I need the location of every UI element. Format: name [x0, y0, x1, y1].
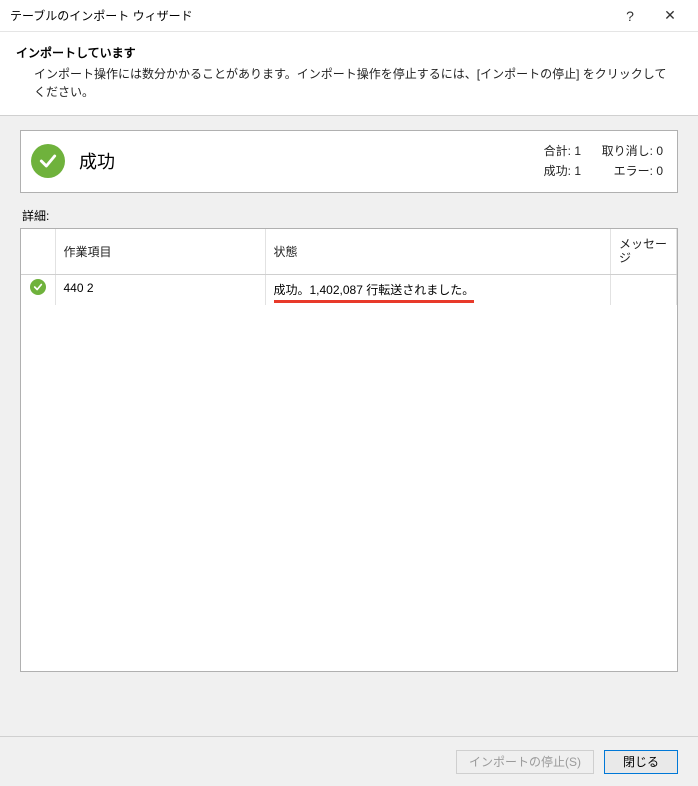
cancelled-label: 取り消し: [602, 144, 653, 158]
status-panel: 成功 合計: 1 取り消し: 0 成功: 1 エラー: 0 [20, 130, 678, 193]
total-value: 1 [574, 144, 581, 158]
row-state: 成功。1,402,087 行転送されました。 [274, 281, 475, 303]
success-check-icon [31, 144, 65, 178]
row-message [611, 274, 677, 305]
row-task: 440 2 [55, 274, 265, 305]
success-check-icon [30, 279, 46, 295]
success-label: 成功: [544, 164, 571, 178]
total-label: 合計: [544, 144, 571, 158]
row-state-cell: 成功。1,402,087 行転送されました。 [265, 274, 611, 305]
success-value: 1 [574, 164, 581, 178]
row-status-icon-cell [21, 274, 55, 305]
window-title: テーブルのインポート ウィザード [10, 7, 610, 24]
body-section: 成功 合計: 1 取り消し: 0 成功: 1 エラー: 0 詳細: 作業項目 状… [0, 116, 698, 736]
table-header-row: 作業項目 状態 メッセージ [21, 229, 677, 274]
help-button[interactable]: ? [610, 8, 650, 24]
cancelled-value: 0 [656, 144, 663, 158]
col-icon[interactable] [21, 229, 55, 274]
col-state[interactable]: 状態 [265, 229, 611, 274]
col-message[interactable]: メッセージ [611, 229, 677, 274]
header-description: インポート操作には数分かかることがあります。インポート操作を停止するには、[イン… [16, 65, 678, 101]
footer: インポートの停止(S) 閉じる [0, 736, 698, 786]
table-row: 440 2 成功。1,402,087 行転送されました。 [21, 274, 677, 305]
close-window-button[interactable]: ✕ [650, 7, 690, 24]
status-label: 成功 [79, 148, 517, 174]
header-title: インポートしています [16, 44, 678, 61]
titlebar: テーブルのインポート ウィザード ? ✕ [0, 0, 698, 32]
header-section: インポートしています インポート操作には数分かかることがあります。インポート操作… [0, 32, 698, 116]
error-value: 0 [656, 164, 663, 178]
error-label: エラー: [614, 164, 653, 178]
status-counts: 合計: 1 取り消し: 0 成功: 1 エラー: 0 [517, 141, 663, 182]
details-label: 詳細: [22, 207, 678, 224]
stop-import-button: インポートの停止(S) [456, 750, 594, 774]
col-task[interactable]: 作業項目 [55, 229, 265, 274]
close-button[interactable]: 閉じる [604, 750, 678, 774]
details-grid: 作業項目 状態 メッセージ 440 2 成功。1,402,087 行転送されまし… [20, 228, 678, 672]
